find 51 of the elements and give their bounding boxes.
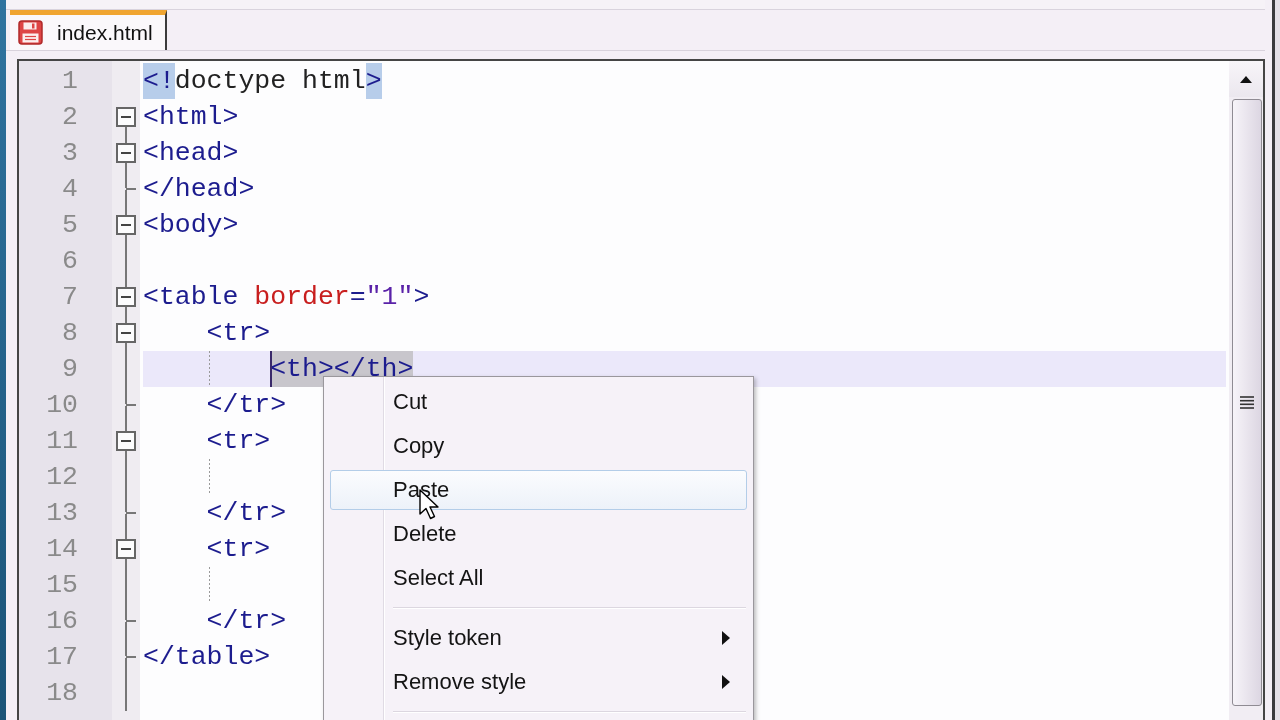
file-tab[interactable]: index.html: [10, 10, 167, 50]
text-caret: [270, 351, 273, 387]
code-line: <tr>: [206, 425, 271, 458]
code-line: <head>: [143, 137, 239, 170]
line-number: 12: [46, 461, 78, 494]
right-triangle-icon: [722, 631, 730, 645]
line-number: 6: [62, 245, 78, 278]
line-number: 13: [46, 497, 78, 530]
code-line: </table>: [143, 641, 271, 674]
line-number: 5: [62, 209, 78, 242]
line-number: 7: [62, 281, 78, 314]
minus-box-icon[interactable]: [116, 539, 136, 559]
line-number: 4: [62, 173, 78, 206]
line-number: 16: [46, 605, 78, 638]
menu-item[interactable]: Paste: [330, 470, 747, 510]
up-triangle-icon: [1240, 75, 1252, 83]
minus-box-icon[interactable]: [116, 287, 136, 307]
code-line: </head>: [143, 173, 255, 206]
minus-box-icon[interactable]: [116, 107, 136, 127]
line-number: 3: [62, 137, 78, 170]
code-line: <tr>: [206, 533, 271, 566]
code-line: </tr>: [206, 605, 287, 638]
menu-item[interactable]: Select All: [330, 558, 747, 598]
code-line: <!doctype html>: [143, 63, 382, 99]
minus-box-icon[interactable]: [116, 323, 136, 343]
code-line: <table border="1">: [143, 281, 430, 314]
code-line: <body>: [143, 209, 239, 242]
line-number: 17: [46, 641, 78, 674]
code-line: <html>: [143, 101, 239, 134]
line-number: 9: [62, 353, 78, 386]
right-triangle-icon: [722, 675, 730, 689]
minus-box-icon[interactable]: [116, 215, 136, 235]
line-number: 8: [62, 317, 78, 350]
line-number: 18: [46, 677, 78, 710]
menu-item[interactable]: Style token: [330, 618, 747, 658]
line-number: 15: [46, 569, 78, 602]
line-number: 14: [46, 533, 78, 566]
line-number: 10: [46, 389, 78, 422]
scroll-up-button[interactable]: [1229, 61, 1263, 97]
menu-item[interactable]: Delete: [330, 514, 747, 554]
code-line: </tr>: [206, 497, 287, 530]
line-number: 2: [62, 101, 78, 134]
code-line: </tr>: [206, 389, 287, 422]
minus-box-icon[interactable]: [116, 431, 136, 451]
grip-lines-icon: [1240, 396, 1254, 409]
code-line: <tr>: [206, 317, 271, 350]
line-number: 11: [46, 425, 78, 458]
line-number: 1: [62, 65, 78, 98]
menu-item[interactable]: Copy: [330, 426, 747, 466]
menu-item[interactable]: Remove style: [330, 662, 747, 702]
minus-box-icon[interactable]: [116, 143, 136, 163]
